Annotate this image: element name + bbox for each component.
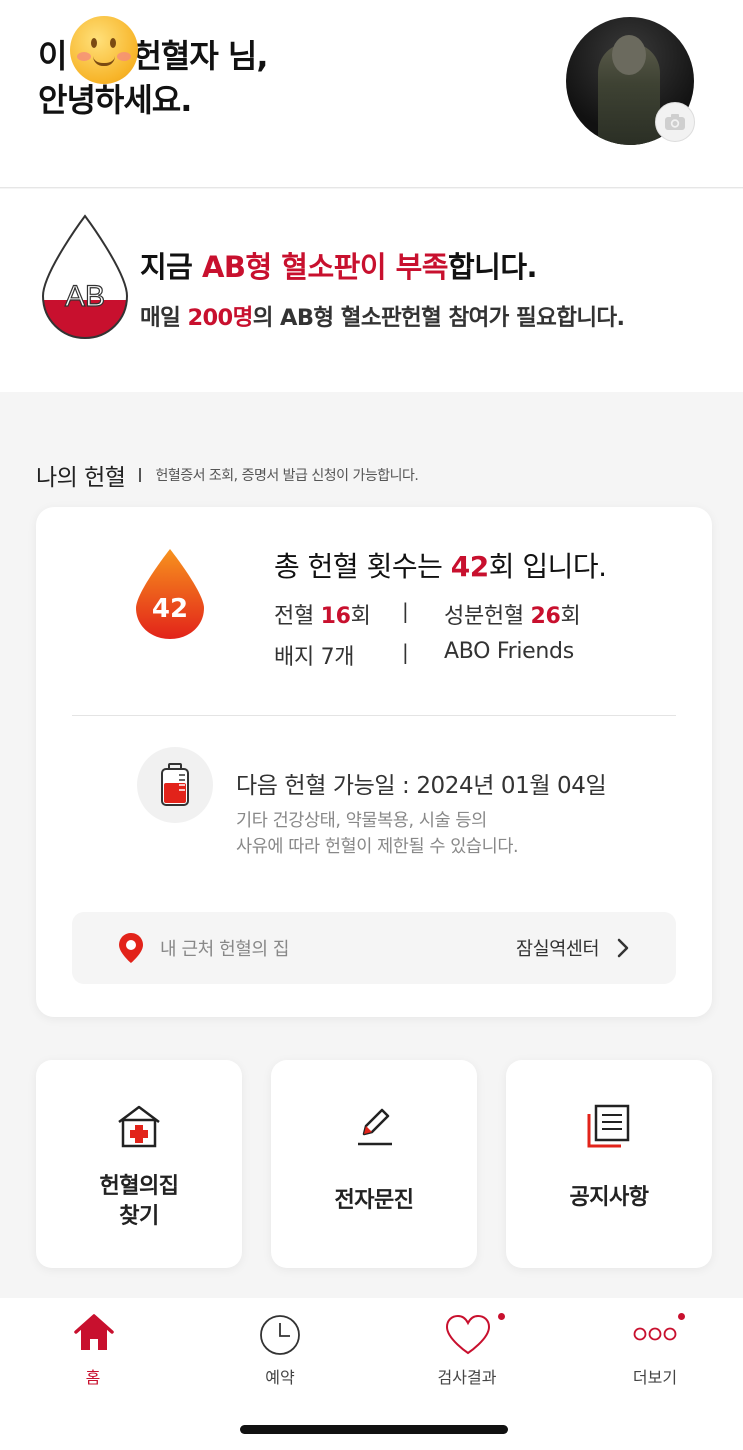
next-donation-date: 다음 헌혈 가능일 : 2024년 01월 04일 xyxy=(236,773,607,799)
notice-subtitle: 매일 200명의 AB형 혈소판헌혈 참여가 필요합니다. xyxy=(140,305,625,331)
section-header: 나의 헌혈 헌혈증서 조회, 증명서 발급 신청이 가능합니다. xyxy=(36,458,419,492)
section-description: 헌혈증서 조회, 증명서 발급 신청이 가능합니다. xyxy=(155,468,419,484)
find-center-tile[interactable] xyxy=(36,1060,242,1268)
nearby-label: 내 근처 헌혈의 집 xyxy=(160,939,290,960)
notice-tile[interactable] xyxy=(506,1060,712,1268)
tab-more-label[interactable]: 더보기 xyxy=(595,1364,715,1388)
pen-icon xyxy=(354,1104,394,1152)
abo-friends-label: ABO Friends xyxy=(444,639,574,664)
clock-icon[interactable] xyxy=(259,1314,301,1360)
blood-type-badge: AB xyxy=(65,280,105,313)
greeting-line-2: 안녕하세요. xyxy=(38,81,192,119)
chevron-right-icon[interactable] xyxy=(617,938,629,962)
more-icon[interactable] xyxy=(632,1325,678,1347)
heart-icon[interactable] xyxy=(444,1314,492,1360)
section-title: 나의 헌혈 xyxy=(36,465,126,491)
total-count: 42 xyxy=(450,550,489,583)
blood-drop-ab-icon: AB xyxy=(40,214,130,344)
home-indicator[interactable] xyxy=(240,1425,508,1434)
tab-test-results-label[interactable]: 검사결과 xyxy=(407,1364,527,1388)
section-divider xyxy=(139,468,142,482)
smiley-emoji-icon xyxy=(70,16,138,84)
more-notification-dot xyxy=(678,1313,685,1320)
e-questionnaire-tile[interactable] xyxy=(271,1060,477,1268)
count-badge: 42 xyxy=(152,594,188,624)
whole-blood-count: 16 xyxy=(320,604,351,629)
total-donations: 총 헌혈 횟수는 42회 입니다. xyxy=(274,550,607,583)
greeting-suffix: 헌혈자 님, xyxy=(132,37,268,75)
stat-separator: | xyxy=(402,640,409,664)
camera-icon[interactable] xyxy=(655,102,695,142)
greeting-prefix: 이 xyxy=(38,37,67,75)
apheresis-count: 26 xyxy=(530,604,561,629)
notice-title-highlight: AB형 혈소판이 부족 xyxy=(201,250,449,284)
location-pin-icon xyxy=(118,932,144,968)
hospital-icon xyxy=(116,1104,162,1152)
blood-bag-icon xyxy=(137,747,213,823)
next-donation-note: 기타 건강상태, 약물복용, 시술 등의 사유에 따라 헌혈이 제한될 수 있습… xyxy=(236,811,519,857)
tab-home-label[interactable]: 홈 xyxy=(33,1364,153,1388)
find-center-label: 헌혈의집 찾기 xyxy=(99,1174,179,1229)
test-results-notification-dot xyxy=(498,1313,505,1320)
whole-blood-stat: 전혈 16회 xyxy=(274,604,371,629)
card-divider xyxy=(72,715,676,716)
home-icon[interactable] xyxy=(74,1314,114,1356)
donation-count-drop-icon: 42 xyxy=(134,548,206,644)
stat-separator: | xyxy=(402,599,409,623)
apheresis-stat: 성분헌혈 26회 xyxy=(444,604,581,629)
e-questionnaire-label: 전자문진 xyxy=(334,1188,414,1213)
nearby-center-name[interactable]: 잠실역센터 xyxy=(516,935,600,961)
tab-reservation-label[interactable]: 예약 xyxy=(220,1364,340,1388)
notice-title: 지금 AB형 혈소판이 부족합니다. xyxy=(140,250,538,284)
badge-count: 배지 7개 xyxy=(274,645,355,670)
notice-sub-highlight: 200명 xyxy=(187,305,253,331)
document-icon xyxy=(587,1104,633,1152)
notice-label: 공지사항 xyxy=(569,1185,649,1210)
